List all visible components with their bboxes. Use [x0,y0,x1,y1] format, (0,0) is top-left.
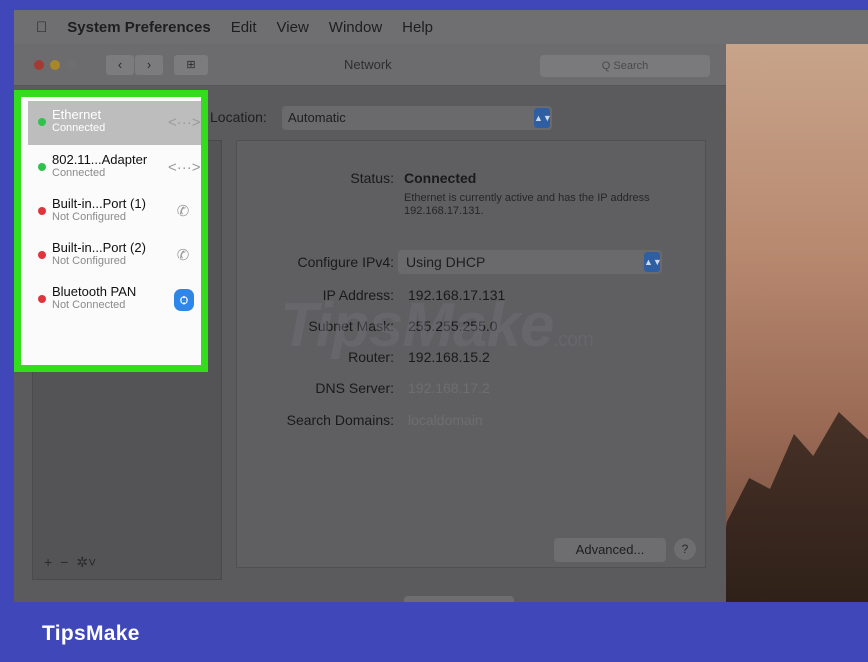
select-arrows-icon: ▲▼ [644,252,662,272]
service-item-ethernet[interactable]: Ethernet Connected <···> [28,101,201,145]
add-service-button[interactable]: + [44,554,52,571]
status-dot-red [38,295,46,303]
ethernet-arrows-icon: <···> [168,159,201,176]
bluetooth-icon: ѻ [174,289,194,311]
service-item-builtin-port-2[interactable]: Built-in...Port (2) Not Configured ✆ [28,234,201,278]
mountain-wallpaper [714,412,868,602]
service-name: Bluetooth PAN [52,284,137,299]
forward-button[interactable]: › [135,55,163,75]
service-name: Built-in...Port (1) [52,196,146,211]
status-dot-red [38,251,46,259]
configure-ipv4-value: Using DHCP [406,254,486,270]
menu-view[interactable]: View [277,19,309,36]
status-description: Ethernet is currently active and has the… [404,192,650,217]
service-status: Not Connected [52,299,126,311]
remove-service-button[interactable]: − [60,554,68,571]
watermark-text: TipsMake [280,291,554,360]
dns-server-label: DNS Server: [315,380,394,396]
service-status: Connected [52,167,106,179]
service-name: Ethernet [52,107,102,122]
service-status: Not Configured [52,211,126,223]
gear-icon[interactable]: ✲˅ [76,554,96,571]
service-status: Not Configured [52,255,126,267]
show-all-grid-icon[interactable]: ⊞ [174,55,208,75]
service-list-highlight: Ethernet Connected <···> 802.11...Adapte… [14,90,208,372]
phone-icon: ✆ [176,247,190,264]
zoom-button[interactable] [66,60,76,70]
menu-app-name[interactable]: System Preferences [67,19,210,36]
menu-help[interactable]: Help [402,19,433,36]
status-dot-red [38,207,46,215]
select-arrows-icon: ▲▼ [534,108,552,128]
frame-left [0,0,14,662]
configure-ipv4-select[interactable]: Using DHCP ▲▼ [398,250,662,274]
service-status: Connected [52,122,106,134]
search-field[interactable]: Q Search [540,55,710,77]
configure-ipv4-label: Configure IPv4: [297,254,395,270]
location-value: Automatic [288,110,346,125]
minimize-button[interactable] [50,60,60,70]
menu-bar:  System Preferences Edit View Window He… [14,10,868,44]
service-name: 802.11...Adapter [52,152,148,167]
service-item-builtin-port-1[interactable]: Built-in...Port (1) Not Configured ✆ [28,190,201,234]
status-label: Status: [350,170,394,186]
help-button[interactable]: ? [674,538,696,560]
watermark: TipsMake.com [280,290,594,361]
window-titlebar: ‹ › ⊞ Network Q Search [14,44,726,86]
dns-server-value: 192.168.17.2 [408,380,490,396]
service-item-80211-adapter[interactable]: 802.11...Adapter Connected <···> [28,146,201,190]
search-domains-label: Search Domains: [286,412,394,428]
status-dot-green [38,163,46,171]
brand-logo: TipsMake [42,622,140,645]
status-value: Connected [404,170,477,186]
advanced-button[interactable]: Advanced... [554,538,666,562]
service-name: Built-in...Port (2) [52,240,146,255]
service-item-bluetooth-pan[interactable]: Bluetooth PAN Not Connected ѻ [28,278,201,322]
status-dot-green [38,118,46,126]
close-button[interactable] [34,60,44,70]
back-button[interactable]: ‹ [106,55,134,75]
service-list-tools: + − ✲˅ [44,554,96,571]
menu-edit[interactable]: Edit [231,19,257,36]
search-domains-value: localdomain [408,412,483,428]
location-label: Location: [210,109,267,125]
menu-window[interactable]: Window [329,19,382,36]
apple-icon[interactable]:  [36,19,47,36]
watermark-suffix: .com [553,329,593,351]
frame-top [0,0,868,10]
location-select[interactable]: Automatic ▲▼ [282,106,552,130]
phone-icon: ✆ [176,203,190,220]
window-title: Network [344,57,392,72]
ethernet-arrows-icon: <···> [168,114,201,131]
